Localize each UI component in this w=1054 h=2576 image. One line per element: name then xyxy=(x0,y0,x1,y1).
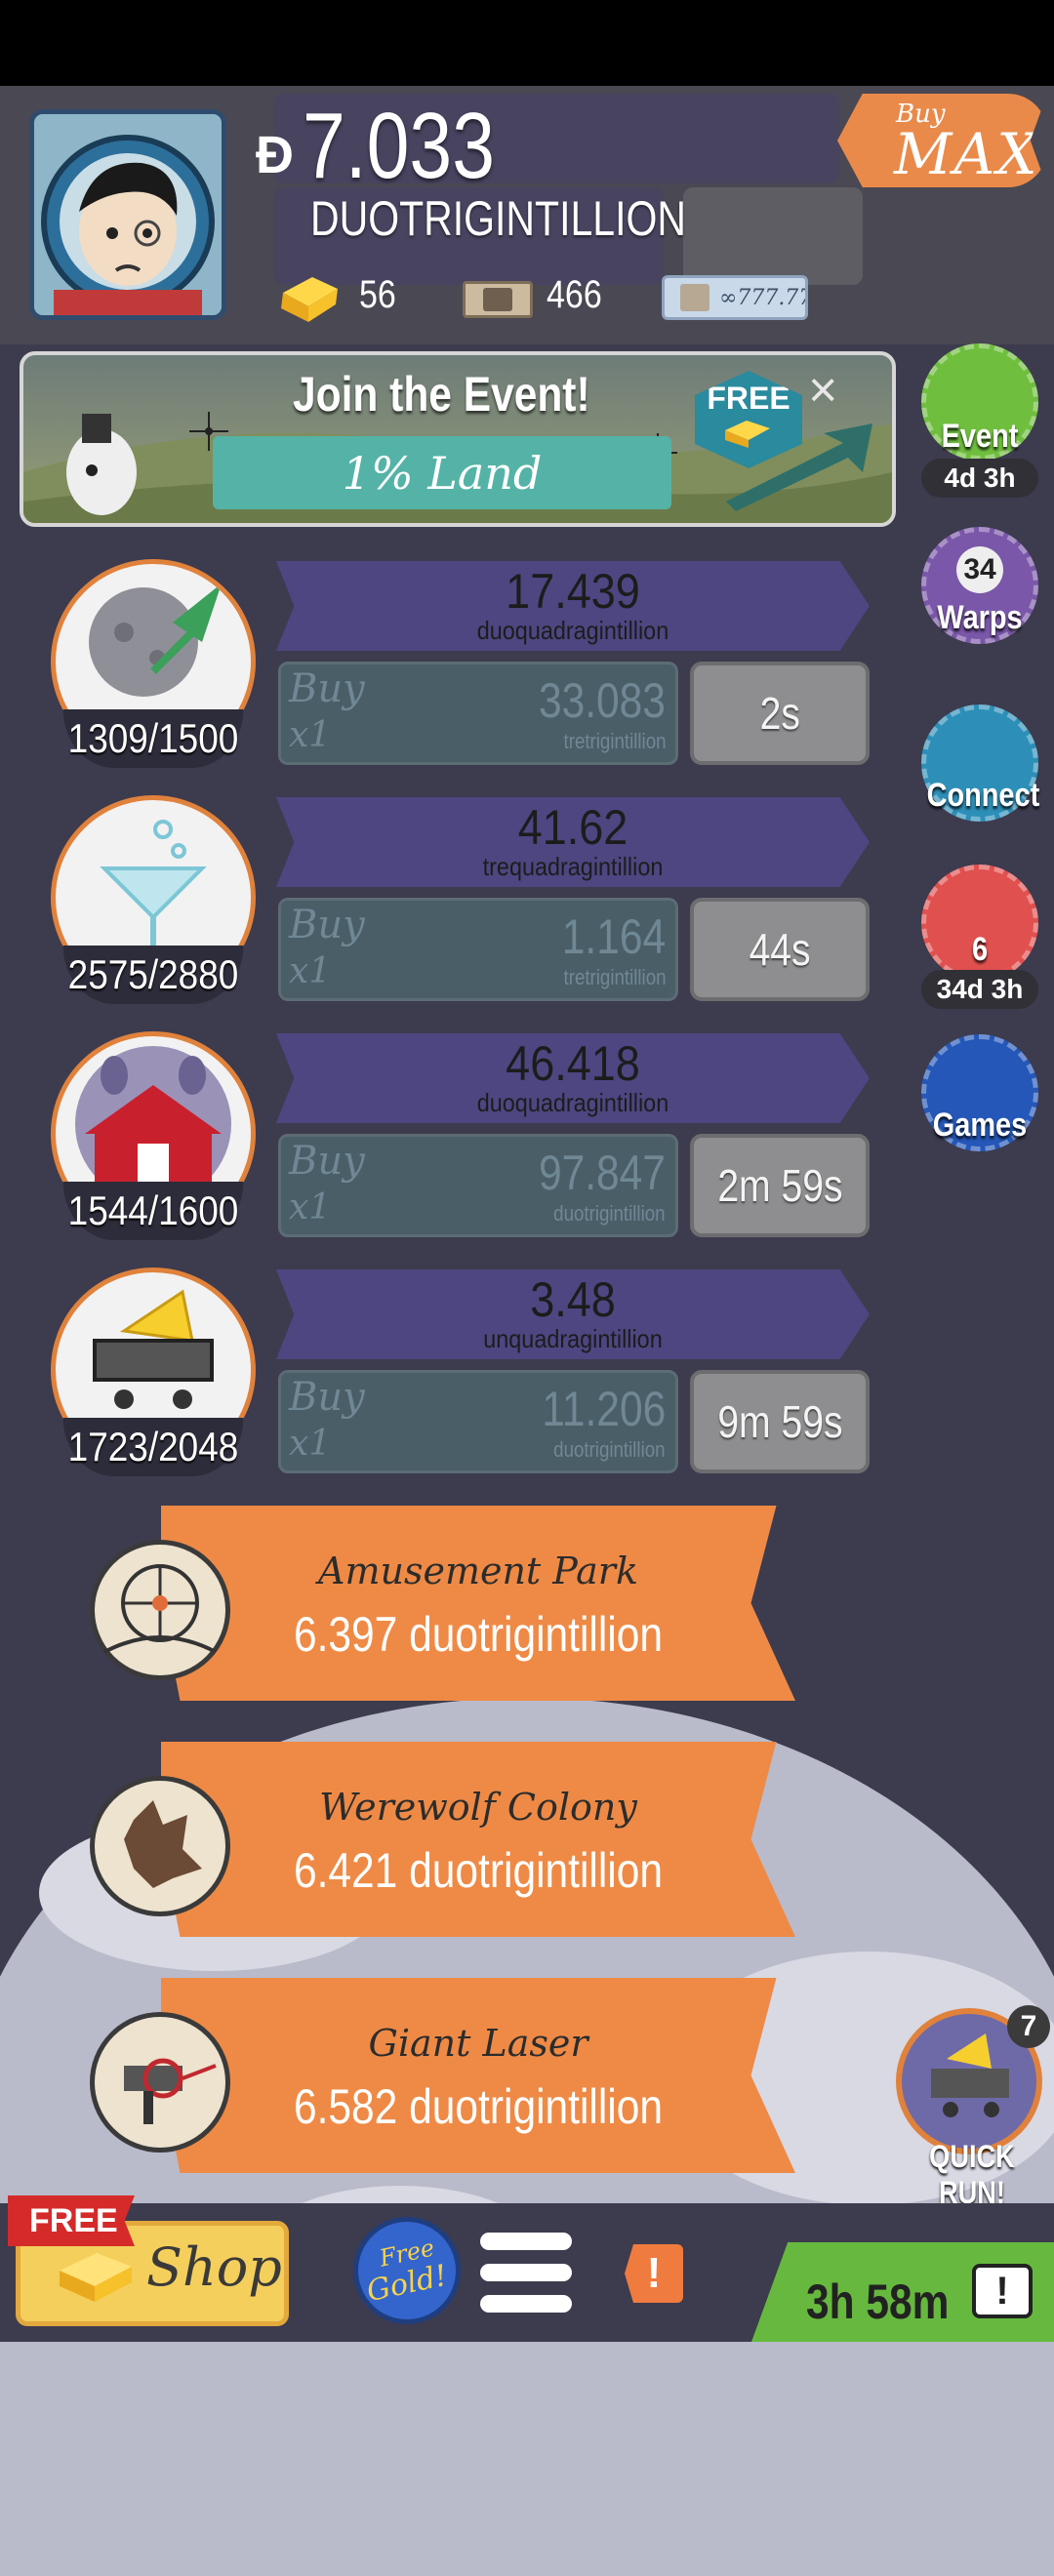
megabucks-count: 466 xyxy=(547,273,602,316)
status-bar xyxy=(0,0,1054,86)
megaticket-icon xyxy=(680,284,709,311)
business-owned-count: 1723/2048 xyxy=(62,1418,244,1476)
gold-bar-icon xyxy=(281,277,338,322)
buy-cost-unit: tretrigintillion xyxy=(563,729,666,753)
manager-name: Werewolf Colony xyxy=(319,1786,637,1829)
business-profit-unit: duoquadragintillion xyxy=(476,616,669,645)
side-button-connect[interactable]: Connect xyxy=(917,704,1042,841)
manager-value: 6.582 duotrigintillion xyxy=(293,2079,664,2134)
manager-value: 6.397 duotrigintillion xyxy=(293,1607,664,1662)
timer-tab-label: 3h 58m xyxy=(806,2274,950,2329)
business-timer-label: 9m 59s xyxy=(716,1396,843,1447)
cash-balance-unit: DUOTRIGINTILLION xyxy=(310,191,686,246)
business-owned-count: 2575/2880 xyxy=(62,946,244,1004)
business-profit-bar[interactable]: 3.48 unquadragintillion xyxy=(276,1269,870,1359)
side-button-anniversary[interactable]: 6 Years! 34d 3h xyxy=(917,865,1042,1030)
buy-label: Buy xyxy=(289,666,365,711)
business-profit-value: 3.48 xyxy=(530,1272,616,1327)
business-timer: 9m 59s xyxy=(690,1370,870,1473)
free-gold-button[interactable]: Free Gold! xyxy=(353,2217,461,2324)
buy-cost-value: 1.164 xyxy=(561,909,666,964)
buy-label: Buy xyxy=(289,1375,365,1420)
manager-value: 6.421 duotrigintillion xyxy=(293,1843,664,1898)
side-time-anniversary: 34d 3h xyxy=(921,970,1038,1009)
buy-multiplier: x1 xyxy=(289,1424,332,1464)
business-buy-button[interactable]: Buy x1 11.206 duotrigintillion xyxy=(278,1370,678,1473)
business-profit-unit: duoquadragintillion xyxy=(476,1088,669,1117)
buy-max-button[interactable]: Buy MAX xyxy=(837,94,1047,187)
gold-bar-icon xyxy=(725,421,770,448)
event-title: Join the Event! xyxy=(293,367,590,422)
gold-bar-icon xyxy=(60,2253,132,2302)
currency-symbol: Ð xyxy=(256,126,294,184)
business-buy-button[interactable]: Buy x1 33.083 tretrigintillion xyxy=(278,662,678,765)
side-button-event[interactable]: Event 4d 3h xyxy=(917,343,1042,500)
side-label-event: Event xyxy=(941,418,1019,455)
side-label-warps: Warps xyxy=(937,599,1023,636)
event-land-pill: 1% Land xyxy=(213,436,671,509)
menu-button[interactable] xyxy=(474,2227,578,2320)
megabucks-icon xyxy=(463,281,533,318)
business-profit-value: 41.62 xyxy=(517,800,628,855)
business-timer: 2m 59s xyxy=(690,1134,870,1237)
manager-banner[interactable] xyxy=(161,1742,795,1937)
buy-cost-unit: tretrigintillion xyxy=(563,965,666,989)
side-label-connect: Connect xyxy=(926,777,1040,814)
astronaut-avatar-icon xyxy=(34,114,222,315)
side-time-event: 4d 3h xyxy=(921,459,1038,498)
ghost-timer-box xyxy=(683,187,863,285)
buy-multiplier: x1 xyxy=(289,715,332,755)
event-close-button[interactable]: × xyxy=(808,361,837,420)
event-subtitle: 1% Land xyxy=(342,446,543,500)
buy-max-big-label: MAX xyxy=(894,121,1039,187)
business-timer-label: 44s xyxy=(749,924,811,975)
megaticket-value: ∞777.77 xyxy=(719,286,808,310)
business-profit-unit: trequadragintillion xyxy=(482,852,664,881)
manager-banner[interactable] xyxy=(161,1978,795,2173)
manager-name: Giant Laser xyxy=(368,2022,588,2065)
business-owned-count: 1544/1600 xyxy=(62,1182,244,1240)
warps-badge: 34 xyxy=(956,546,1003,593)
quick-run-label: QUICK RUN! xyxy=(929,2139,1015,2210)
business-buy-button[interactable]: Buy x1 1.164 tretrigintillion xyxy=(278,898,678,1001)
buy-multiplier: x1 xyxy=(289,1187,332,1228)
hamburger-icon-line xyxy=(480,2264,572,2281)
side-button-warps[interactable]: 34 Warps xyxy=(917,527,1042,664)
buy-cost-value: 11.206 xyxy=(542,1382,666,1436)
manager-name: Amusement Park xyxy=(318,1550,638,1592)
business-profit-unit: unquadragintillion xyxy=(483,1324,663,1353)
buy-multiplier: x1 xyxy=(289,951,332,991)
buy-cost-value: 97.847 xyxy=(539,1146,666,1200)
buy-label: Buy xyxy=(289,1139,365,1184)
tv-alert-icon: ! xyxy=(972,2264,1033,2318)
buy-label: Buy xyxy=(289,903,365,947)
hamburger-icon xyxy=(480,2233,572,2250)
business-owned-count: 1309/1500 xyxy=(62,709,244,768)
player-avatar[interactable] xyxy=(29,109,226,320)
business-timer: 44s xyxy=(690,898,870,1001)
shop-free-ribbon: FREE xyxy=(8,2195,135,2246)
business-profit-value: 46.418 xyxy=(506,1036,640,1091)
side-label-games: Games xyxy=(932,1107,1028,1144)
business-timer-label: 2m 59s xyxy=(716,1160,843,1211)
gold-count: 56 xyxy=(359,273,396,316)
business-profit-bar[interactable]: 46.418 duoquadragintillion xyxy=(276,1033,870,1123)
quick-run-badge: 7 xyxy=(1007,2005,1050,2048)
buy-cost-unit: duotrigintillion xyxy=(553,1437,666,1462)
manager-banner[interactable] xyxy=(161,1506,795,1701)
hamburger-icon-line xyxy=(480,2295,572,2313)
business-timer: 2s xyxy=(690,662,870,765)
business-timer-label: 2s xyxy=(759,688,800,739)
cash-balance: 7.033 xyxy=(303,94,495,198)
business-profit-bar[interactable]: 17.439 duoquadragintillion xyxy=(276,561,870,651)
buy-cost-unit: duotrigintillion xyxy=(553,1201,666,1226)
business-profit-value: 17.439 xyxy=(506,564,640,619)
shop-label: Shop xyxy=(146,2236,282,2298)
alert-button[interactable]: ! xyxy=(625,2244,683,2303)
megaticket-pill[interactable]: ∞777.77 xyxy=(662,275,808,320)
business-buy-button[interactable]: Buy x1 97.847 duotrigintillion xyxy=(278,1134,678,1237)
buy-cost-value: 33.083 xyxy=(539,673,666,728)
business-profit-bar[interactable]: 41.62 trequadragintillion xyxy=(276,797,870,887)
side-button-games[interactable]: Games xyxy=(917,1034,1042,1171)
